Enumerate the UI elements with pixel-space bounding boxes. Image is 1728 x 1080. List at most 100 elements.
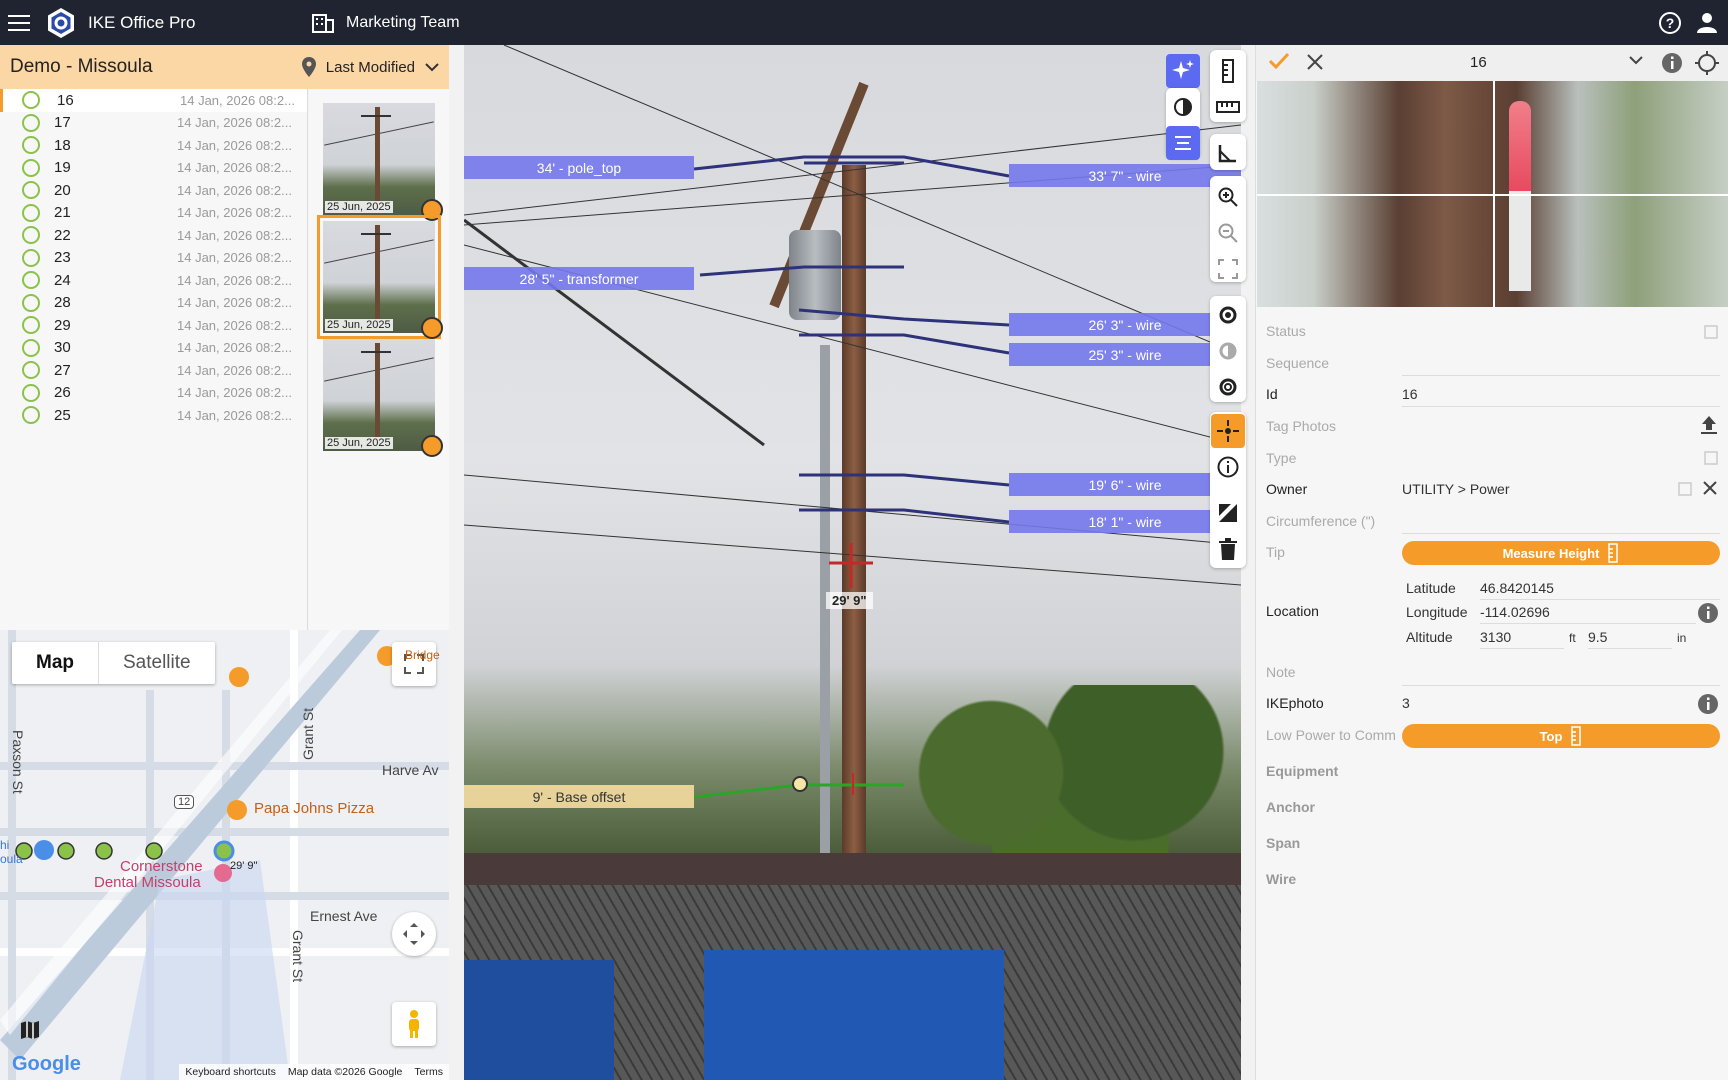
list-item[interactable]: 19 14 Jan, 2026 08:2... <box>0 157 307 180</box>
list-item[interactable]: 22 14 Jan, 2026 08:2... <box>0 224 307 247</box>
altitude-in-value[interactable]: 9.5 <box>1588 629 1607 645</box>
map-type-toggle: Map Satellite <box>12 642 215 684</box>
modified-date: 14 Jan, 2026 08:2... <box>177 362 292 378</box>
list-item[interactable]: 30 14 Jan, 2026 08:2... <box>0 337 307 360</box>
altitude-label: Altitude <box>1406 629 1453 645</box>
user-icon[interactable] <box>1696 12 1718 34</box>
list-item[interactable]: 16 14 Jan, 2026 08:2... <box>0 89 307 112</box>
help-icon[interactable]: ? <box>1658 11 1682 35</box>
chevron-down-icon[interactable] <box>1628 53 1644 71</box>
list-item[interactable]: 29 14 Jan, 2026 08:2... <box>0 314 307 337</box>
owner-value[interactable]: UTILITY > Power <box>1402 481 1510 497</box>
satellite-tab[interactable]: Satellite <box>99 642 215 684</box>
top-measure-button[interactable]: Top <box>1402 724 1720 748</box>
brightness-down-button[interactable] <box>1211 334 1245 368</box>
modified-date: 14 Jan, 2026 08:2... <box>177 182 292 198</box>
ikephoto-info-icon[interactable] <box>1696 692 1720 721</box>
clear-owner-icon[interactable] <box>1702 480 1718 501</box>
confirm-icon[interactable] <box>1268 51 1290 76</box>
angle-icon <box>1218 145 1236 163</box>
list-item[interactable]: 23 14 Jan, 2026 08:2... <box>0 247 307 270</box>
copy-icon[interactable] <box>1704 451 1718 470</box>
status-ring-icon <box>22 226 40 245</box>
list-item[interactable]: 17 14 Jan, 2026 08:2... <box>0 112 307 135</box>
pole-id: 17 <box>54 114 71 132</box>
list-item[interactable]: 20 14 Jan, 2026 08:2... <box>0 179 307 202</box>
street-view-button[interactable] <box>392 1002 436 1046</box>
tag-transformer[interactable]: 28' 5" - transformer <box>464 267 694 290</box>
map[interactable]: Map Satellite Paxson St Grant St Harve A… <box>0 630 449 1080</box>
zoom-in-button[interactable] <box>1211 180 1245 214</box>
delete-button[interactable] <box>1211 532 1245 566</box>
note-input[interactable] <box>1402 685 1720 686</box>
thumbnail[interactable]: 25 Jun, 2025 <box>323 339 443 457</box>
zoom-out-button[interactable] <box>1211 216 1245 250</box>
location-info-icon[interactable] <box>1696 601 1720 630</box>
map-pole-height-label: 29' 9" <box>230 860 258 872</box>
ft-unit: ft <box>1569 631 1576 645</box>
list-item[interactable]: 28 14 Jan, 2026 08:2... <box>0 292 307 315</box>
pole-id-select[interactable]: 16 <box>1470 54 1487 71</box>
list-item[interactable]: 24 14 Jan, 2026 08:2... <box>0 269 307 292</box>
crosshair-button[interactable] <box>1211 414 1245 448</box>
brightness-up-button[interactable] <box>1211 298 1245 332</box>
layers-button[interactable] <box>1166 126 1200 160</box>
section-anchor[interactable]: Anchor <box>1266 799 1315 815</box>
id-value[interactable]: 16 <box>1402 386 1418 402</box>
field-tip-label: Tip <box>1266 544 1285 560</box>
target-icon[interactable] <box>1694 50 1720 81</box>
tag-wire[interactable]: 25' 3" - wire <box>1009 343 1241 366</box>
upload-icon[interactable] <box>1700 415 1718 440</box>
thumbnail-selected[interactable]: 25 Jun, 2025 <box>317 215 443 339</box>
list-item[interactable]: 18 14 Jan, 2026 08:2... <box>0 134 307 157</box>
map-tab[interactable]: Map <box>12 642 99 684</box>
keyboard-shortcuts-link[interactable]: Keyboard shortcuts <box>185 1066 275 1078</box>
team-selector[interactable]: Marketing Team <box>312 0 460 45</box>
list-item[interactable]: 25 14 Jan, 2026 08:2... <box>0 404 307 427</box>
list-item[interactable]: 26 14 Jan, 2026 08:2... <box>0 382 307 405</box>
longitude-value[interactable]: -114.02696 <box>1480 604 1550 620</box>
longitude-label: Longitude <box>1406 604 1468 620</box>
close-icon[interactable] <box>1306 53 1324 76</box>
tag-base-offset[interactable]: 9' - Base offset <box>464 785 694 808</box>
app-title: IKE Office Pro <box>88 12 196 32</box>
settings-button[interactable] <box>1211 370 1245 404</box>
horizontal-ruler-button[interactable] <box>1211 90 1245 124</box>
thumbnail[interactable]: 25 Jun, 2025 <box>323 103 443 221</box>
tag-wire[interactable]: 19' 6" - wire <box>1009 473 1241 496</box>
section-equipment[interactable]: Equipment <box>1266 763 1338 779</box>
circumference-input[interactable] <box>1402 533 1720 534</box>
section-span[interactable]: Span <box>1266 835 1300 851</box>
copy-icon[interactable] <box>1704 325 1718 344</box>
copy-icon[interactable] <box>1678 482 1692 501</box>
angle-button[interactable] <box>1211 136 1245 170</box>
pole-photo[interactable]: 34' - pole_top 28' 5" - transformer 33' … <box>464 45 1241 1080</box>
section-wire[interactable]: Wire <box>1266 871 1296 887</box>
detail-header: 16 <box>1256 45 1728 81</box>
latitude-value[interactable]: 46.8420145 <box>1480 580 1554 596</box>
list-item[interactable]: 21 14 Jan, 2026 08:2... <box>0 202 307 225</box>
tag-pole-top[interactable]: 34' - pole_top <box>464 156 694 179</box>
info-button[interactable] <box>1211 450 1245 484</box>
measure-height-button[interactable]: Measure Height <box>1402 541 1720 565</box>
contrast-button[interactable] <box>1166 90 1200 124</box>
terms-link[interactable]: Terms <box>414 1066 443 1078</box>
sort-dropdown[interactable]: Last Modified <box>301 57 439 77</box>
map-layers-button[interactable] <box>10 1010 50 1050</box>
tag-wire[interactable]: 18' 1" - wire <box>1009 510 1241 533</box>
pan-control-button[interactable] <box>392 912 436 956</box>
list-item[interactable]: 27 14 Jan, 2026 08:2... <box>0 359 307 382</box>
tag-wire[interactable]: 26' 3" - wire <box>1009 313 1241 336</box>
zoom-preview[interactable] <box>1257 81 1728 307</box>
tag-wire[interactable]: 33' 7" - wire <box>1009 164 1241 187</box>
ai-detect-button[interactable] <box>1166 54 1200 88</box>
menu-icon[interactable] <box>8 14 30 31</box>
sequence-input[interactable] <box>1402 375 1720 376</box>
info-icon[interactable] <box>1660 51 1684 80</box>
height-ruler-button[interactable] <box>1211 54 1245 88</box>
altitude-ft-value[interactable]: 3130 <box>1480 629 1511 645</box>
zoom-in-icon <box>1218 187 1238 207</box>
hide-overlay-button[interactable] <box>1211 496 1245 530</box>
measurement-overlay <box>464 45 1241 799</box>
fit-screen-button[interactable] <box>1211 252 1245 286</box>
